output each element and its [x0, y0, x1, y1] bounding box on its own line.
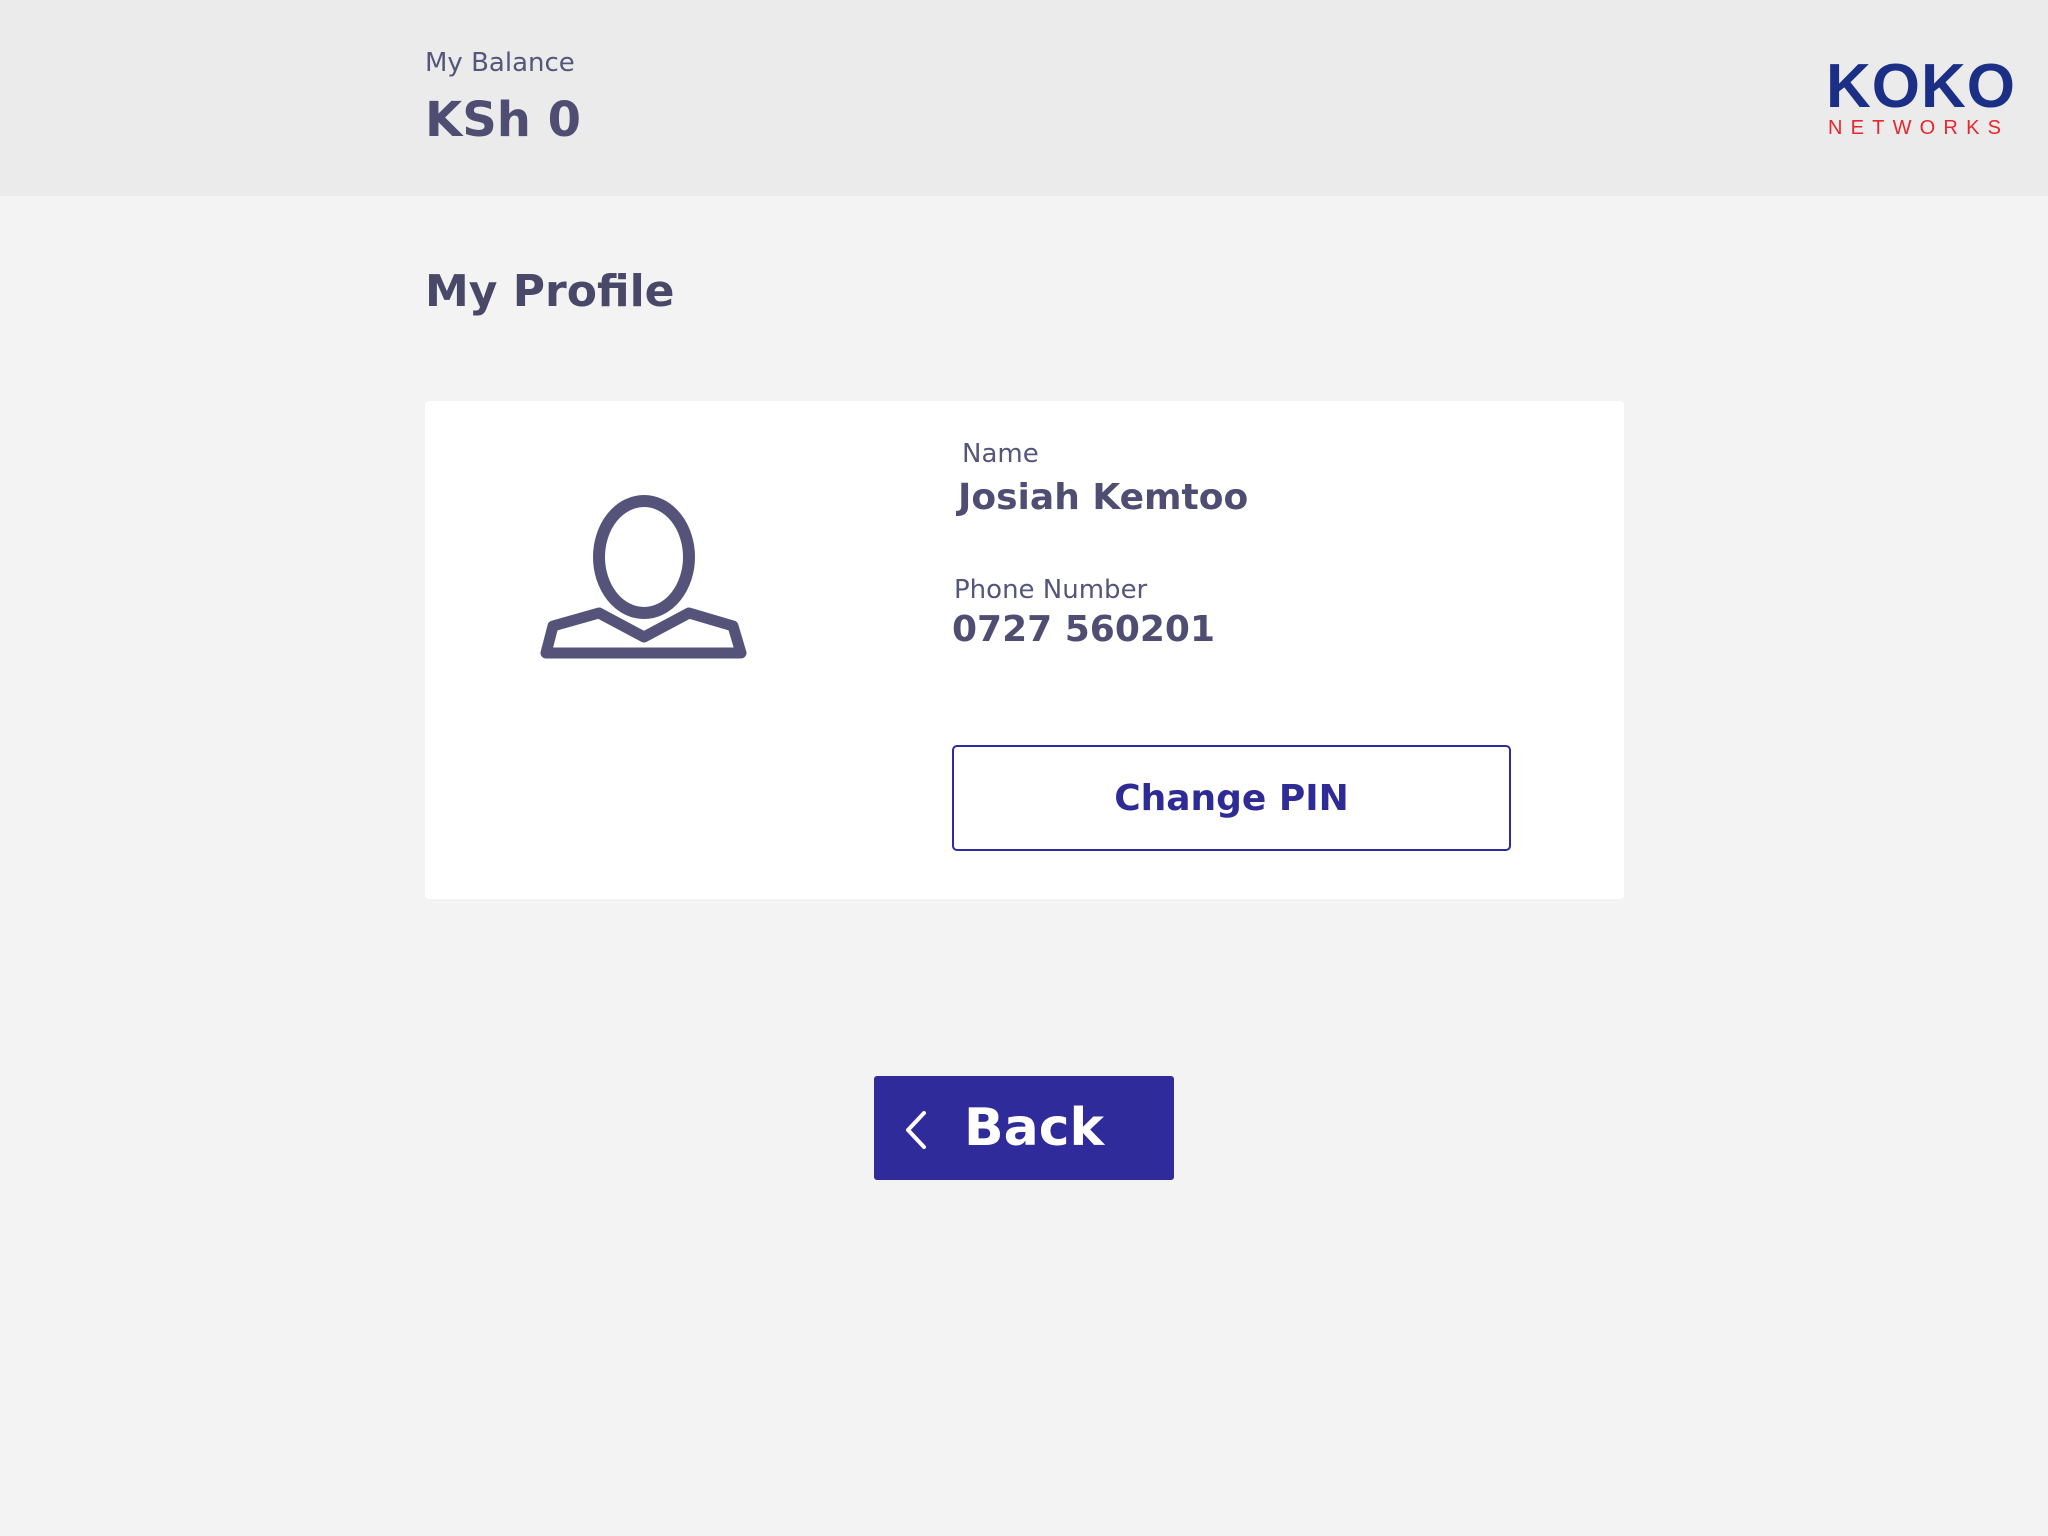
logo-subtitle: NETWORKS	[1828, 117, 2010, 139]
page-title: My Profile	[425, 266, 675, 317]
logo-wordmark: KOKO	[1826, 52, 2016, 121]
back-button[interactable]: Back	[874, 1076, 1174, 1180]
user-avatar-icon	[540, 495, 747, 659]
profile-card: Name Josiah Kemtoo Phone Number 0727 560…	[425, 401, 1624, 899]
balance-label: My Balance	[425, 48, 575, 78]
chevron-left-icon	[906, 1111, 926, 1149]
name-label: Name	[962, 439, 1039, 469]
phone-number-label: Phone Number	[954, 575, 1148, 605]
header-bar: My Balance KSh 0 KOKO NETWORKS	[0, 0, 2048, 196]
change-pin-label: Change PIN	[1114, 777, 1349, 819]
change-pin-button[interactable]: Change PIN	[952, 745, 1511, 851]
balance-value: KSh 0	[425, 92, 582, 148]
koko-networks-logo: KOKO NETWORKS	[1826, 56, 2018, 140]
name-value: Josiah Kemtoo	[958, 477, 1249, 518]
back-label: Back	[964, 1098, 1105, 1158]
phone-number-value: 0727 560201	[952, 609, 1216, 650]
